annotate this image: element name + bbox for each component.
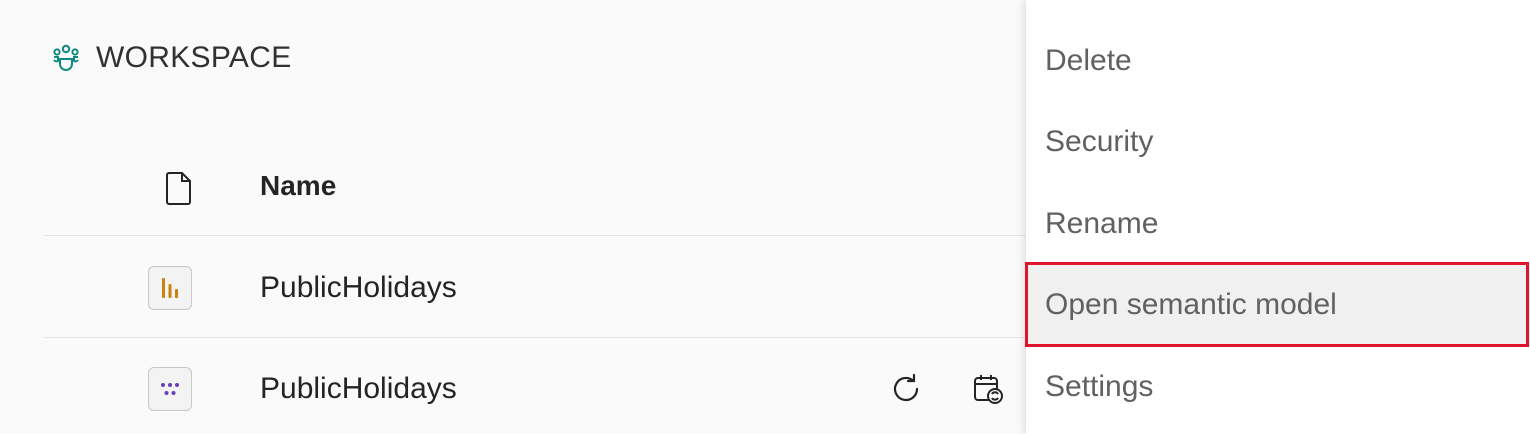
menu-item-delete[interactable]: Delete bbox=[1026, 22, 1530, 100]
menu-item-rename[interactable]: Rename bbox=[1026, 185, 1530, 263]
table-row[interactable]: PublicHolidays bbox=[44, 238, 1034, 338]
menu-item-security[interactable]: Security bbox=[1026, 103, 1530, 181]
workspace-page: WORKSPACE Name PublicHolidays PublicHoli… bbox=[0, 0, 1530, 434]
report-bar-chart-icon bbox=[148, 266, 192, 310]
table-header: Name bbox=[44, 150, 1034, 236]
context-menu: Delete Security Rename Open semantic mod… bbox=[1026, 0, 1530, 434]
file-icon bbox=[164, 170, 194, 206]
workspace-title: WORKSPACE bbox=[96, 41, 292, 74]
refresh-icon[interactable] bbox=[886, 369, 926, 409]
table-row[interactable]: PublicHolidays bbox=[44, 339, 1034, 434]
semantic-model-dots-icon bbox=[148, 367, 192, 411]
menu-item-settings[interactable]: Settings bbox=[1026, 348, 1530, 426]
schedule-refresh-icon[interactable] bbox=[968, 369, 1008, 409]
item-name[interactable]: PublicHolidays bbox=[260, 372, 457, 406]
name-column-header[interactable]: Name bbox=[260, 170, 336, 202]
menu-item-open-semantic-model[interactable]: Open semantic model bbox=[1026, 264, 1530, 346]
workspace-header: WORKSPACE bbox=[48, 36, 292, 80]
item-name[interactable]: PublicHolidays bbox=[260, 271, 457, 305]
workspace-people-icon bbox=[48, 40, 84, 76]
